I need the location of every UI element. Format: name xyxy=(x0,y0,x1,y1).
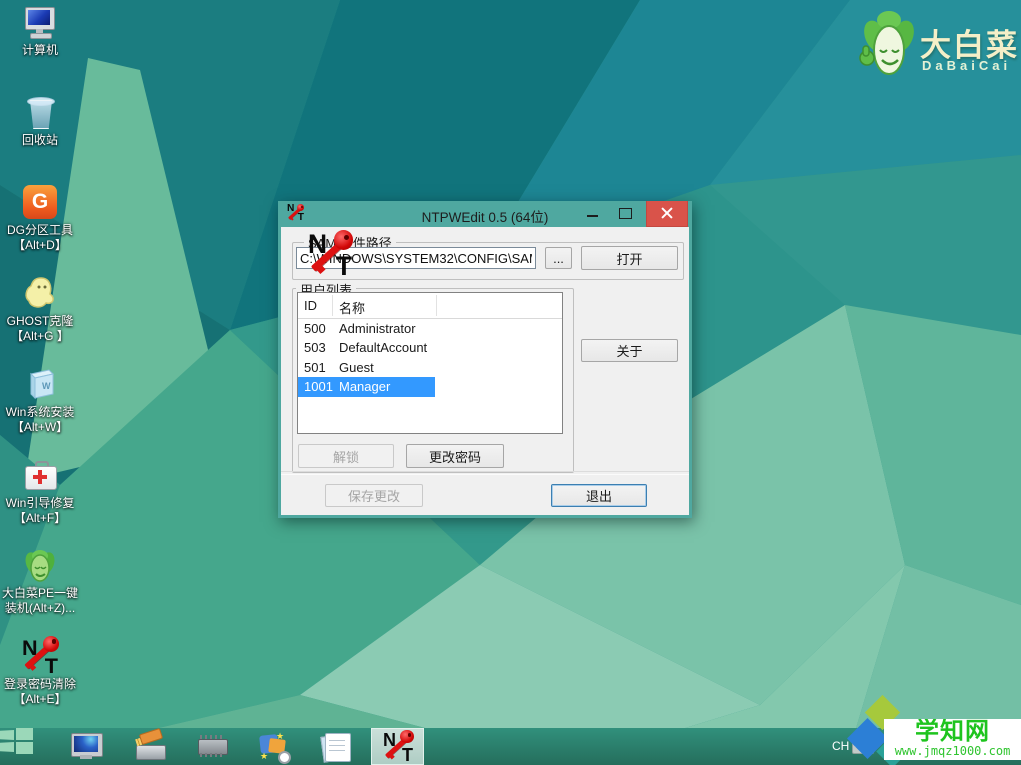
minimize-button[interactable] xyxy=(580,201,606,226)
ntpwedit-window: NT NTPWEdit 0.5 (64位) SAM 文件路径 ... 打开 用户… xyxy=(278,201,692,518)
desktop-icon-dg-partition[interactable]: G DG分区工具 【Alt+D】 xyxy=(0,184,80,253)
user-row-selected[interactable]: 1001 Manager xyxy=(298,377,562,396)
start-button[interactable] xyxy=(0,728,33,754)
window-titlebar[interactable]: NT NTPWEdit 0.5 (64位) xyxy=(278,201,692,227)
first-aid-kit-icon xyxy=(22,457,58,493)
change-password-button[interactable]: 更改密码 xyxy=(406,444,504,468)
desktop-icon-boot-repair[interactable]: Win引导修复 【Alt+F】 xyxy=(0,457,80,526)
nt-key-icon: NT xyxy=(22,638,58,674)
user-list-group: 用户列表 ID 名称 500 Administrator 503 Defau xyxy=(292,288,574,473)
disk-brush-icon xyxy=(136,745,166,760)
open-button[interactable]: 打开 xyxy=(581,246,678,270)
recycle-bin-icon xyxy=(22,94,58,130)
user-row[interactable]: 500 Administrator xyxy=(298,319,562,338)
taskbar-item-notepad[interactable] xyxy=(321,731,353,762)
cabbage-mascot-icon xyxy=(858,6,918,84)
taskbar-item-ntpwedit-active[interactable]: NT xyxy=(371,728,424,765)
desktop-icon-password-clear[interactable]: NT 登录密码清除 【Alt+E】 xyxy=(0,638,80,707)
maximize-button[interactable] xyxy=(612,201,638,226)
computer-icon xyxy=(22,4,58,40)
svg-text:W: W xyxy=(42,381,51,391)
desktop-icon-dabaicai-pe[interactable]: 大白菜PE一键 装机(Alt+Z)... xyxy=(0,547,80,616)
taskbar-item-memory-tool[interactable] xyxy=(196,731,228,762)
install-package-icon: W xyxy=(22,366,58,402)
dabaicai-brand-logo: 大白菜 DaBaiCai xyxy=(858,4,1021,84)
browse-button[interactable]: ... xyxy=(545,247,572,269)
taskbar-item-disk-tool[interactable] xyxy=(134,731,166,762)
watermark-site-name: 学知网 xyxy=(884,719,1021,744)
desktop-icon-ghost-clone[interactable]: GHOST克隆 【Alt+G 】 xyxy=(0,275,80,344)
maximize-icon xyxy=(619,208,632,219)
column-separator xyxy=(332,295,333,316)
desktop: 大白菜 DaBaiCai 计算机 回收站 G DG分区工具 【Alt+D】 GH… xyxy=(0,0,1021,765)
watermark-site-url: www.jmqz1000.com xyxy=(884,744,1021,758)
about-button[interactable]: 关于 xyxy=(581,339,678,362)
user-row[interactable]: 503 DefaultAccount xyxy=(298,338,562,357)
desktop-icon-recycle-bin[interactable]: 回收站 xyxy=(0,94,80,148)
column-header-id: ID xyxy=(304,298,317,313)
language-indicator[interactable]: CH xyxy=(832,739,849,753)
user-row[interactable]: 501 Guest xyxy=(298,358,562,377)
watermark: 学知网 www.jmqz1000.com xyxy=(884,719,1021,760)
nt-key-logo: NT xyxy=(308,233,352,277)
desktop-icon-win-install[interactable]: W Win系统安装 【Alt+W】 xyxy=(0,366,80,435)
window-client-area: SAM 文件路径 ... 打开 用户列表 ID 名称 500 Administr… xyxy=(281,227,689,515)
taskbar-item-partition-tool[interactable]: ★★ xyxy=(258,731,290,762)
windows-logo-icon xyxy=(0,730,14,740)
user-list[interactable]: ID 名称 500 Administrator 503 DefaultAccou… xyxy=(297,292,563,434)
ghost-icon xyxy=(22,275,58,311)
unlock-button[interactable]: 解锁 xyxy=(298,444,394,468)
column-header-name: 名称 xyxy=(339,298,365,317)
save-changes-button[interactable]: 保存更改 xyxy=(325,484,423,507)
separator xyxy=(281,471,689,475)
exit-button[interactable]: 退出 xyxy=(551,484,647,507)
taskbar-item-display[interactable] xyxy=(70,731,102,762)
desktop-icon-computer[interactable]: 计算机 xyxy=(0,4,80,58)
brand-latin-name: DaBaiCai xyxy=(922,58,1011,73)
nt-key-icon: NT xyxy=(383,732,413,762)
cabbage-icon xyxy=(22,547,58,583)
minimize-icon xyxy=(587,215,598,217)
dg-partition-icon: G xyxy=(22,184,58,220)
user-list-header: ID 名称 xyxy=(298,293,562,319)
column-separator xyxy=(436,295,437,316)
close-button[interactable] xyxy=(646,201,688,227)
